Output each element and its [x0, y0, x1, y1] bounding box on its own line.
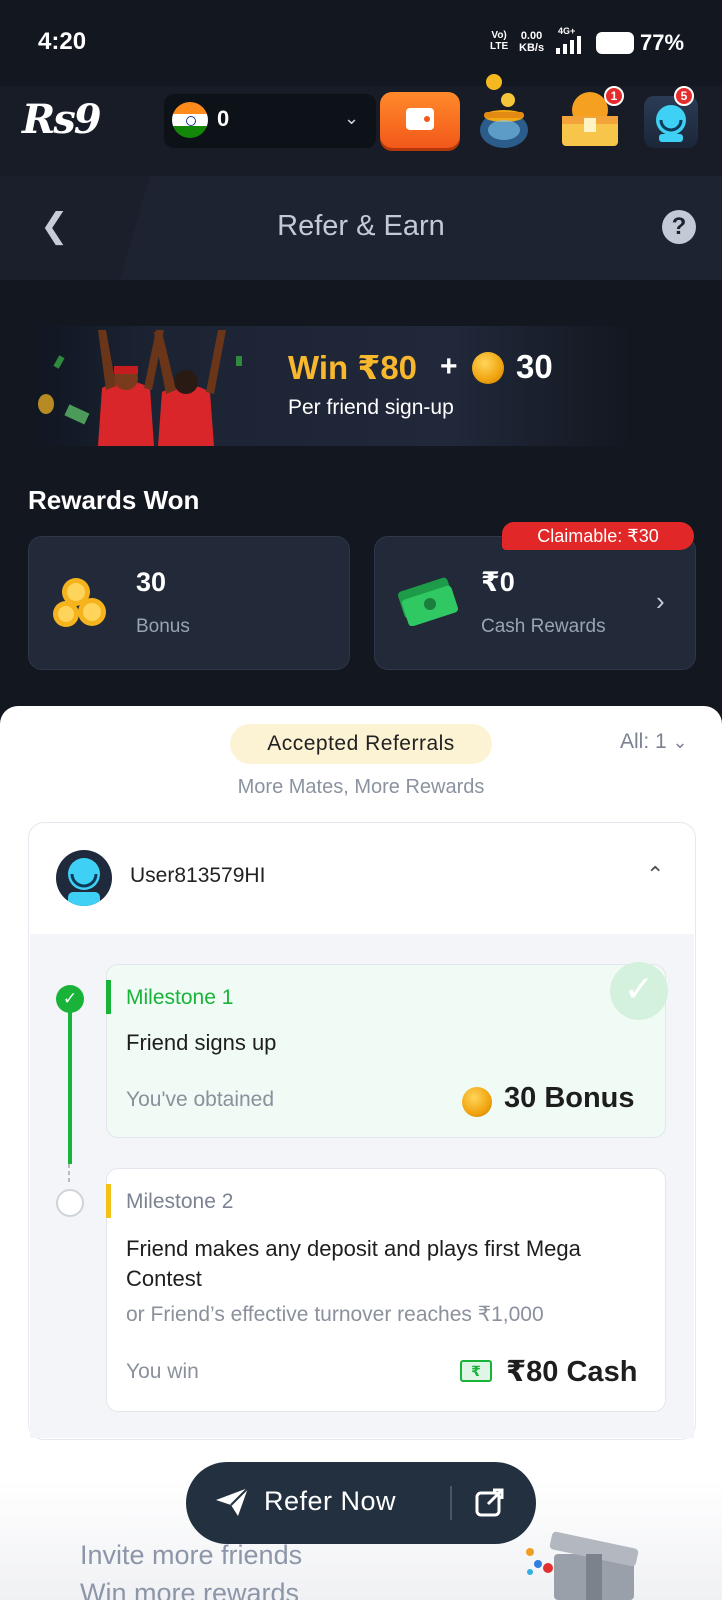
cash-note-icon: ₹	[460, 1360, 492, 1382]
filter-label: All: 1	[620, 730, 667, 753]
rewards-badge: 1	[604, 86, 624, 106]
status-time: 4:20	[38, 28, 87, 55]
cash-value: ₹0	[481, 567, 515, 597]
banner-plus: +	[440, 350, 458, 383]
chevron-up-icon[interactable]: ⌃	[646, 862, 664, 888]
signal-icon	[556, 36, 581, 54]
completed-check-icon: ✓	[610, 962, 668, 1020]
banner-headline: Win ₹80	[288, 349, 418, 386]
milestone-title-2: Friend makes any deposit and plays first…	[126, 1236, 581, 1291]
support-agent-icon	[656, 105, 686, 142]
invite-line-1: Invite more friends	[80, 1540, 303, 1570]
balance-value: 0	[217, 106, 230, 131]
cash-notes-icon	[397, 577, 459, 626]
accepted-referrals-pill: Accepted Referrals	[230, 724, 492, 764]
lte-label: LTE	[490, 41, 509, 52]
invite-line-2: Win more rewards	[80, 1578, 300, 1600]
button-divider	[450, 1486, 452, 1520]
india-flag-icon	[172, 102, 208, 138]
bonus-label: Bonus	[136, 616, 190, 637]
milestone-reward-2: ₹80 Cash	[506, 1356, 638, 1388]
milestone-marker-2	[106, 1184, 111, 1218]
timeline-pending	[68, 1164, 70, 1182]
chevron-down-icon[interactable]: ⌄	[344, 108, 359, 129]
check-icon: ✓	[56, 985, 84, 1013]
coin-icon	[462, 1087, 492, 1117]
help-button[interactable]: ?	[662, 210, 696, 244]
speed-value: 0.00	[520, 30, 543, 42]
volte-label: Vo)	[491, 30, 507, 41]
claimable-badge[interactable]: Claimable: ₹30	[502, 522, 694, 550]
gift-box-icon	[526, 1531, 639, 1600]
milestone-title-1: Friend signs up	[126, 1030, 277, 1055]
milestone-reward-label-2: You win	[126, 1360, 199, 1383]
speed-unit: KB/s	[519, 42, 545, 54]
network-indicator: Vo) LTE	[490, 30, 508, 52]
milestone-reward-label-1: You've obtained	[126, 1088, 275, 1111]
share-icon[interactable]	[474, 1486, 506, 1518]
battery-icon	[596, 32, 634, 54]
chevron-right-icon[interactable]: ›	[656, 586, 665, 617]
milestone-label-1: Milestone 1	[126, 986, 234, 1009]
milestone-label-2: Milestone 2	[126, 1190, 234, 1213]
milestone-sub-2: or Friend’s effective turnover reaches ₹…	[126, 1303, 544, 1326]
support-badge: 5	[674, 86, 694, 106]
treasure-pot-icon[interactable]	[476, 72, 532, 150]
wallet-icon	[406, 108, 434, 130]
bonus-value: 30	[136, 567, 167, 597]
chevron-down-icon: ⌄	[672, 732, 688, 752]
refer-now-label: Refer Now	[264, 1486, 397, 1516]
page-title: Refer & Earn	[277, 210, 445, 242]
milestone-marker-1	[106, 980, 111, 1014]
banner-coin-amount: 30	[516, 348, 553, 385]
referral-username: User813579HI	[130, 864, 266, 887]
cheering-fans-illustration	[38, 330, 242, 446]
battery-percent: 77%	[640, 30, 685, 55]
rewards-title: Rewards Won	[28, 485, 200, 515]
wallet-button[interactable]	[380, 92, 460, 148]
coin-icon	[472, 352, 504, 384]
banner-subtitle: Per friend sign-up	[288, 396, 454, 419]
avatar-icon	[68, 858, 100, 906]
referrals-subtitle: More Mates, More Rewards	[237, 776, 485, 798]
milestone-reward-1: 30 Bonus	[504, 1082, 635, 1114]
pending-circle-icon	[56, 1189, 84, 1217]
app-logo[interactable]: Rs9	[22, 96, 102, 143]
send-icon	[216, 1487, 249, 1516]
cash-label: Cash Rewards	[481, 616, 606, 637]
coins-stack-icon	[53, 578, 106, 627]
data-speed: 0.00 KB/s	[519, 30, 544, 54]
user-avatar	[56, 850, 112, 906]
referral-filter[interactable]: All: 1 ⌄	[620, 730, 688, 754]
net-type: 4G+	[558, 26, 576, 36]
